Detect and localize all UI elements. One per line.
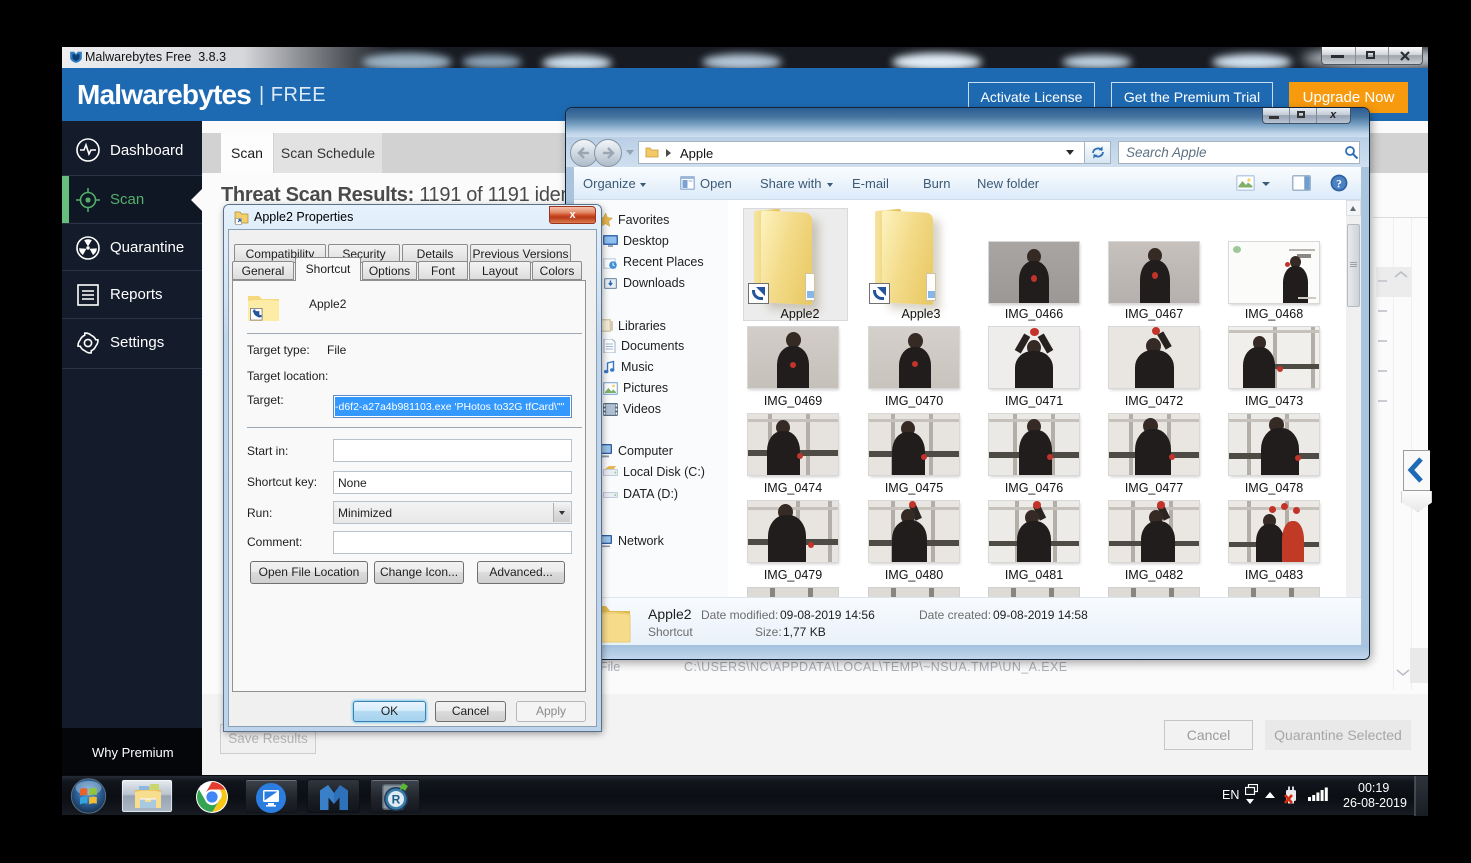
svg-text:R: R (392, 793, 401, 807)
svg-text:?: ? (1336, 178, 1342, 190)
